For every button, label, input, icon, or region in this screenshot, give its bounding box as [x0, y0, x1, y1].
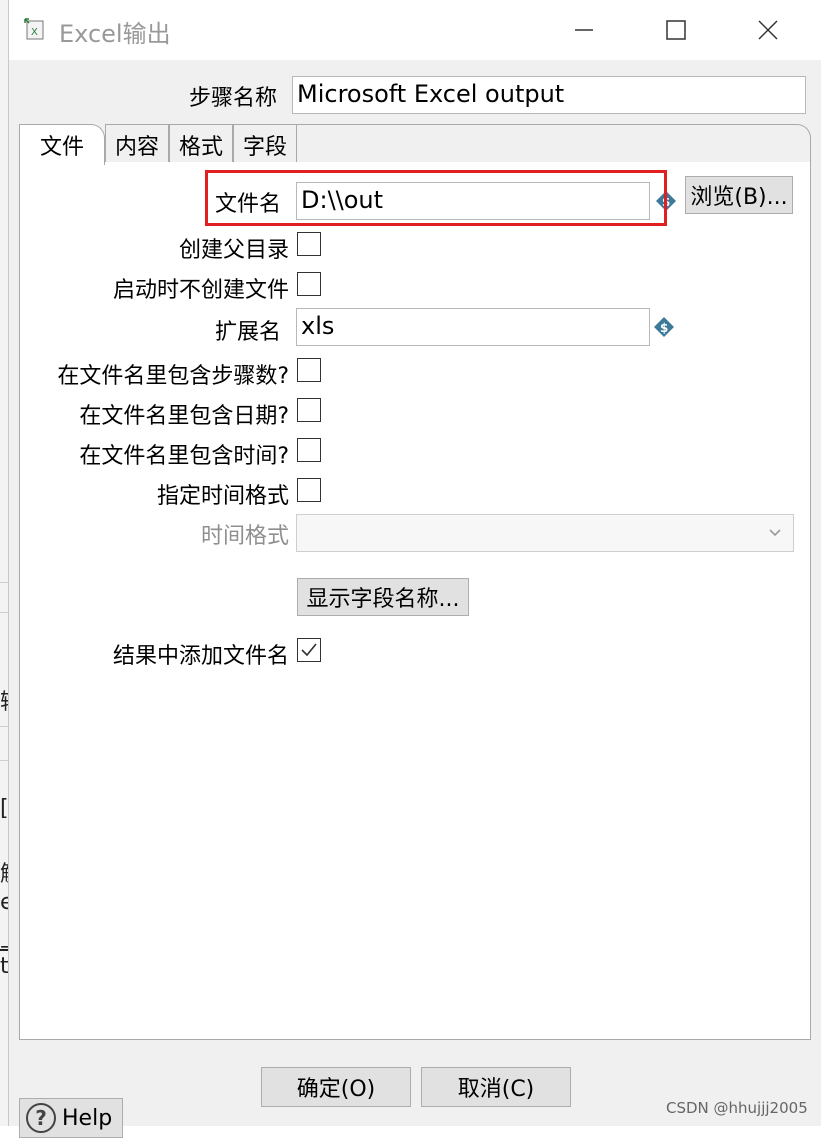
include-time-checkbox[interactable]	[297, 438, 321, 462]
tab-content[interactable]: 内容	[105, 124, 169, 164]
minimize-button[interactable]	[561, 4, 607, 56]
create-parent-label: 创建父目录	[178, 238, 289, 263]
tab-label: 字段	[242, 134, 287, 160]
tab-format[interactable]: 格式	[169, 124, 233, 164]
include-time-label: 在文件名里包含时间?	[79, 444, 289, 469]
watermark: CSDN @hhujjj2005	[666, 1099, 808, 1117]
include-date-label: 在文件名里包含日期?	[79, 404, 289, 429]
svg-text:$: $	[662, 195, 670, 209]
include-date-checkbox[interactable]	[297, 398, 321, 422]
maximize-button[interactable]	[653, 4, 699, 56]
ok-button[interactable]: 确定(O)	[261, 1067, 411, 1107]
question-icon: ?	[26, 1103, 56, 1133]
tab-fields[interactable]: 字段	[233, 124, 297, 164]
time-format-label: 时间格式	[200, 524, 289, 549]
cancel-button[interactable]: 取消(C)	[421, 1067, 571, 1107]
help-button[interactable]: ? Help	[19, 1098, 123, 1138]
filename-input[interactable]: D:\\out	[296, 182, 650, 220]
dollar-diamond-icon[interactable]: $	[655, 190, 677, 212]
specify-format-label: 指定时间格式	[156, 484, 289, 509]
no-create-on-start-checkbox[interactable]	[297, 272, 321, 296]
tab-label: 文件	[39, 135, 84, 160]
add-to-result-label: 结果中添加文件名	[112, 644, 289, 669]
title-bar: X Excel输出	[9, 0, 821, 60]
dollar-diamond-icon[interactable]: $	[653, 316, 675, 338]
tab-label: 格式	[178, 134, 223, 160]
checkmark-icon	[301, 643, 317, 657]
no-create-on-start-label: 启动时不创建文件	[112, 278, 289, 303]
specify-format-checkbox[interactable]	[297, 478, 321, 502]
extension-input[interactable]: xls	[296, 308, 650, 346]
step-name-label: 步骤名称	[188, 86, 277, 111]
svg-text:$: $	[660, 321, 668, 335]
extension-label: 扩展名	[214, 320, 281, 345]
step-name-input[interactable]: Microsoft Excel output	[292, 76, 806, 114]
tab-file[interactable]: 文件	[19, 124, 105, 165]
filename-label: 文件名	[214, 192, 281, 217]
excel-icon: X	[23, 17, 47, 41]
show-fields-button[interactable]: 显示字段名称...	[297, 578, 469, 616]
help-label: Help	[62, 1105, 113, 1131]
tab-strip-outline	[297, 124, 811, 162]
include-stepnr-label: 在文件名里包含步骤数?	[57, 364, 289, 389]
close-button[interactable]	[745, 4, 791, 56]
window-title: Excel输出	[59, 20, 171, 48]
time-format-select[interactable]	[296, 514, 794, 552]
create-parent-checkbox[interactable]	[297, 232, 321, 256]
close-icon	[758, 20, 778, 40]
svg-text:X: X	[31, 27, 38, 38]
maximize-icon	[666, 20, 686, 40]
tab-label: 内容	[114, 134, 159, 160]
excel-output-dialog: X Excel输出 步骤名称 Microsoft Excel output 文件…	[8, 0, 821, 1138]
add-to-result-checkbox[interactable]	[297, 638, 321, 662]
minimize-icon	[575, 29, 593, 31]
browse-button[interactable]: 浏览(B)...	[685, 176, 793, 214]
chevron-down-icon	[757, 515, 793, 551]
include-stepnr-checkbox[interactable]	[297, 358, 321, 382]
